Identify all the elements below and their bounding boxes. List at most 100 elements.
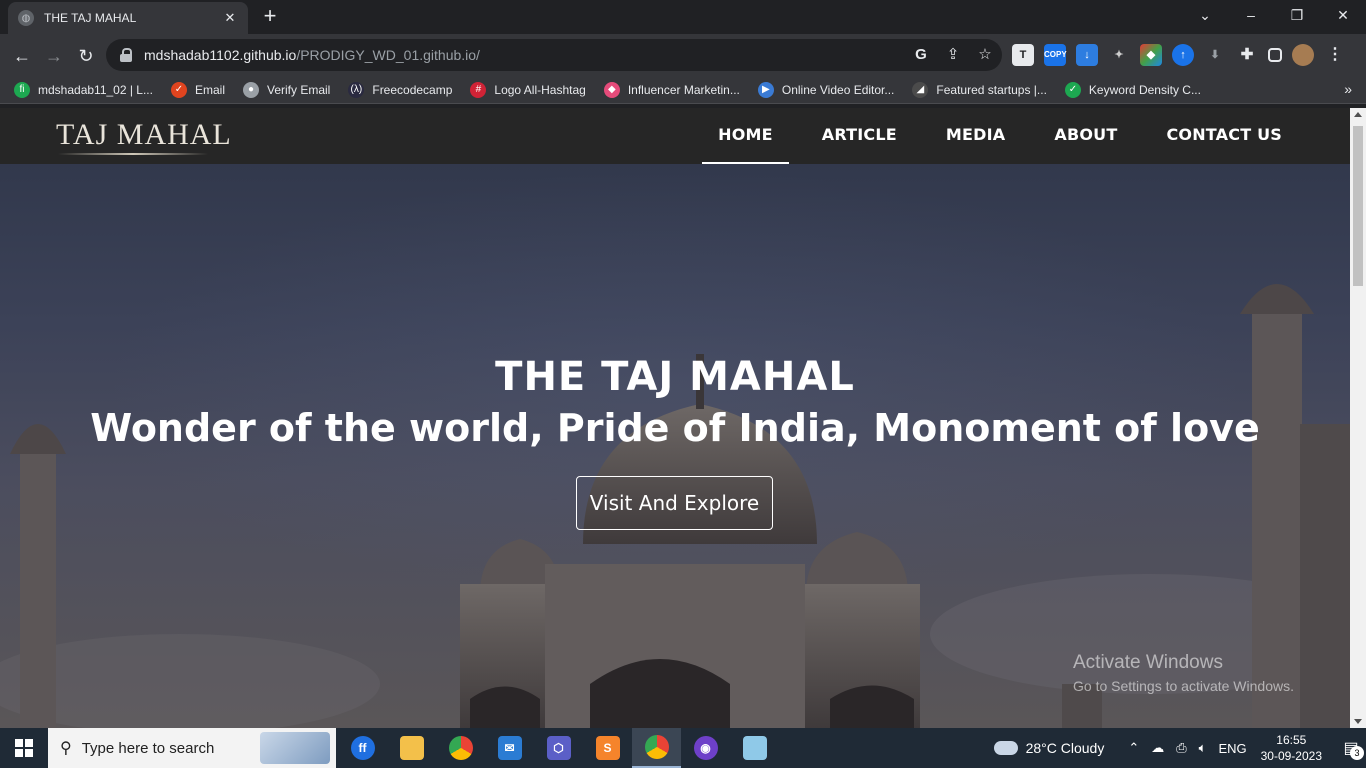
bookmark-item[interactable]: ✓ Keyword Density C... [1064,81,1201,98]
activate-windows-watermark: Activate Windows Go to Settings to activ… [1073,652,1294,694]
taskbar-power-automate[interactable]: ⬡ [534,728,583,768]
sublime-text-icon: S [595,736,620,760]
site-logo[interactable]: TAJ MAHAL [56,118,232,152]
forward-button[interactable]: → [40,42,68,70]
close-tab-icon[interactable]: ✕ [222,10,238,26]
bookmark-label: Freecodecamp [372,82,453,97]
arrow-extension-icon[interactable]: ↑ [1172,44,1194,66]
bookmark-label: Online Video Editor... [781,82,895,97]
mail-icon: ✉ [497,736,522,760]
nav-link-about[interactable]: ABOUT [1038,108,1133,164]
bookmark-item[interactable]: # Logo All-Hashtag [470,81,586,98]
system-tray: 28°C Cloudy ⌃ ☁ ⎙ 🔈︎ ENG 16:55 30-09-202… [993,728,1366,768]
side-panel-icon[interactable] [1268,48,1282,62]
browser-toolbar: ← → ↻ mdshadab1102.github.io /PRODIGY_WD… [0,34,1366,76]
clock[interactable]: 16:55 30-09-2023 [1261,732,1322,764]
restore-button[interactable]: ❐ [1274,0,1320,34]
browser-tab-strip: ◍ THE TAJ MAHAL ✕ + ⌄ – ❐ ✕ [0,0,1366,34]
network-icon[interactable]: ☁ [1151,740,1164,756]
color-picker-extension-icon[interactable]: ◆ [1140,44,1162,66]
google-lens-icon[interactable]: G [912,46,930,64]
bookmark-favicon-icon: ▶ [757,81,774,98]
chrome-icon [448,736,473,760]
volume-icon[interactable]: 🔈︎ [1199,740,1207,756]
url-host: mdshadab1102.github.io [144,47,297,63]
chevron-up-icon[interactable]: ⌃ [1128,740,1139,756]
notification-badge: 3 [1350,746,1364,760]
tab-title: THE TAJ MAHAL [44,11,137,25]
bookmark-star-icon[interactable]: ☆ [976,46,994,64]
profile-avatar[interactable] [1292,44,1314,66]
taskbar-search-box[interactable]: ⚲ Type here to search [48,728,336,768]
page-viewport: TAJ MAHAL HOME ARTICLE MEDIA ABOUT CONTACT U… [0,108,1350,728]
bookmark-label: Logo All-Hashtag [494,82,586,97]
language-indicator[interactable]: ENG [1218,741,1246,756]
notification-center-button[interactable]: ▤ 3 [1336,728,1366,768]
bookmark-favicon-icon: fi [14,81,30,98]
hero-subtitle: Wonder of the world, Pride of India, Mon… [90,406,1260,450]
weather-widget[interactable]: 28°C Cloudy [993,740,1105,756]
scroll-down-arrow-icon[interactable] [1354,719,1362,724]
bookmarks-overflow-icon[interactable]: » [1344,81,1352,97]
copy-extension-icon[interactable]: COPY [1044,44,1067,66]
nav-link-article[interactable]: ARTICLE [806,108,913,164]
bookmark-item[interactable]: ◆ Influencer Marketin... [603,81,740,98]
search-highlight-image [260,732,330,764]
page-scrollbar[interactable] [1350,108,1366,728]
text-extension-icon[interactable]: T [1012,44,1034,66]
weather-text: 28°C Cloudy [1025,740,1105,756]
firefox-icon: ff [350,736,375,760]
bookmark-label: mdshadab11_02 | L... [38,82,153,97]
share-icon[interactable]: ⇪ [944,46,962,64]
taskbar-file-explorer[interactable] [387,728,436,768]
bookmark-item[interactable]: (λ) Freecodecamp [348,81,453,98]
search-placeholder: Type here to search [81,739,215,757]
bookmark-item[interactable]: ● Verify Email [243,81,331,98]
taskbar-apps: ff ✉ ⬡ S ◉ [338,728,779,768]
browser-tab[interactable]: ◍ THE TAJ MAHAL ✕ [8,2,248,34]
taskbar-chrome[interactable] [436,728,485,768]
nav-link-contact-us[interactable]: CONTACT US [1150,108,1298,164]
lock-icon[interactable] [120,48,132,62]
scrollbar-thumb[interactable] [1353,126,1363,286]
download-extension-icon[interactable]: ↓ [1076,44,1098,66]
extensions-puzzle-icon[interactable]: ✚ [1236,44,1258,66]
taskbar-notes-app[interactable] [730,728,779,768]
bookmark-label: Verify Email [267,82,331,97]
watermark-title: Activate Windows [1073,652,1223,673]
reload-button[interactable]: ↻ [72,42,100,70]
bookmark-favicon-icon: (λ) [348,81,365,98]
visit-and-explore-button[interactable]: Visit And Explore [576,476,773,530]
new-tab-button[interactable]: + [258,4,282,28]
nav-link-home[interactable]: HOME [702,108,789,164]
bookmark-item[interactable]: fi mdshadab11_02 | L... [14,81,153,98]
github-icon: ◉ [693,736,718,760]
close-window-button[interactable]: ✕ [1320,0,1366,34]
taskbar-github-desktop[interactable]: ◉ [681,728,730,768]
clock-date: 30-09-2023 [1260,749,1322,763]
windows-logo-icon [15,739,33,757]
minimize-button[interactable]: – [1228,0,1274,34]
bookmark-favicon-icon: ◢ [912,81,929,98]
back-button[interactable]: ← [8,42,36,70]
hero-title: THE TAJ MAHAL [495,354,855,400]
tab-search-chevron-icon[interactable]: ⌄ [1182,0,1228,34]
bookmark-item[interactable]: ✓ Email [170,81,225,98]
taskbar-sublime[interactable]: S [583,728,632,768]
address-bar[interactable]: mdshadab1102.github.io /PRODIGY_WD_01.gi… [106,39,1002,71]
taskbar-mail[interactable]: ✉ [485,728,534,768]
bookmark-label: Keyword Density C... [1088,82,1201,97]
download-arrow-icon[interactable]: ⬇ [1204,44,1226,66]
start-button[interactable] [0,728,48,768]
meet-now-icon[interactable]: ⎙ [1176,740,1186,756]
notes-icon [742,736,767,760]
taskbar-chrome-active[interactable] [632,728,681,768]
nav-link-media[interactable]: MEDIA [930,108,1021,164]
scroll-up-arrow-icon[interactable] [1354,112,1362,117]
kebab-menu-icon[interactable]: ⋮ [1324,44,1346,66]
bookmark-item[interactable]: ▶ Online Video Editor... [757,81,895,98]
bookmark-favicon-icon: ◆ [603,81,620,98]
bookmark-item[interactable]: ◢ Featured startups |... [912,81,1047,98]
taskbar-firefox[interactable]: ff [338,728,387,768]
ninja-extension-icon[interactable]: ✦ [1108,44,1130,66]
